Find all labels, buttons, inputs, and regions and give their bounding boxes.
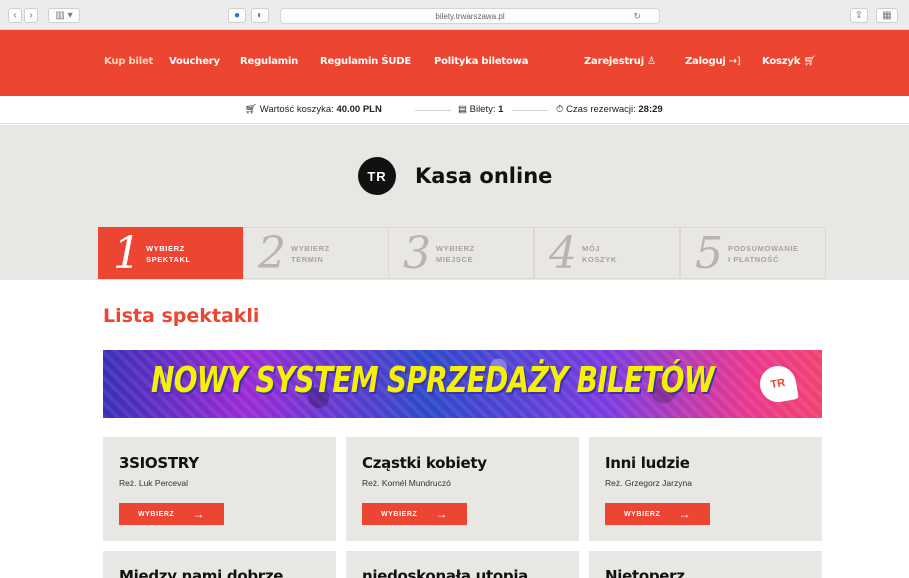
- arrow-right-icon: →: [678, 507, 692, 521]
- reload-icon[interactable]: ↻: [633, 11, 641, 22]
- spectacle-card: 3SIOSTRY Reż. Luk Perceval WYBIERZ →: [103, 437, 336, 541]
- spectacle-card: niedoskonała utopia: [346, 551, 579, 578]
- address-text: bilety.trwarszawa.pl: [435, 11, 505, 21]
- step-podsumowanie[interactable]: 5 Podsumowanie i płatność: [680, 227, 826, 279]
- tickets-label: Bilety:: [469, 104, 496, 115]
- ticket-icon: ▤: [458, 104, 467, 115]
- step-wybierz-miejsce[interactable]: 3 Wybierz miejsce: [388, 227, 534, 279]
- tickets-count: 1: [498, 104, 504, 115]
- spectacle-title: Inni ludzie: [605, 454, 690, 472]
- nav-regulamin[interactable]: Regulamin: [240, 56, 298, 67]
- share-button[interactable]: ⇪: [850, 8, 868, 23]
- browser-toolbar: ‹ › ▥ ▾ ● ◐ bilety.trwarszawa.pl ↻ ⇪ ▦: [0, 0, 909, 30]
- choose-label: WYBIERZ: [623, 510, 661, 518]
- spectacle-title: Między nami dobrze: [119, 567, 284, 578]
- user-icon: ♙: [646, 56, 656, 67]
- step-number: 1: [113, 228, 141, 279]
- main-nav: Kup bilet Vouchery Regulamin Regulamin Ś…: [0, 30, 909, 96]
- tabs-button[interactable]: ▦: [876, 8, 898, 23]
- spectacle-title: Nietoperz: [605, 567, 685, 578]
- choose-button[interactable]: WYBIERZ →: [605, 503, 710, 525]
- step-label-line2: miejsce: [436, 255, 474, 264]
- login-link[interactable]: Zaloguj →]: [685, 56, 741, 67]
- choose-label: WYBIERZ: [137, 510, 175, 518]
- step-wybierz-spektakl[interactable]: 1 Wybierz spektakl: [98, 227, 244, 279]
- page-title: Kasa online: [415, 164, 553, 188]
- step-number: 4: [549, 228, 577, 279]
- banner-logo: TR: [757, 363, 799, 405]
- step-label-line1: Wybierz: [291, 244, 330, 253]
- spectacle-card: Nietoperz: [589, 551, 822, 578]
- register-label: Zarejestruj: [584, 56, 644, 67]
- spectacle-card: Inni ludzie Reż. Grzegorz Jarzyna WYBIER…: [589, 437, 822, 541]
- tickets-info: ▤ Bilety: 1: [458, 104, 503, 115]
- banner-text: NOWY SYSTEM SPRZEDAŻY BILETÓW: [151, 360, 715, 401]
- cart-value-info: 🛒︎ Wartość koszyka: 40.00 PLN: [245, 104, 382, 115]
- spectacle-title: Cząstki kobiety: [362, 454, 487, 472]
- step-label-line1: Wybierz: [146, 244, 185, 253]
- step-number: 3: [403, 228, 431, 279]
- step-wybierz-termin[interactable]: 2 Wybierz termin: [243, 227, 389, 279]
- cart-icon: 🛒︎: [245, 104, 258, 115]
- theatre-logo[interactable]: TR: [358, 157, 396, 195]
- reservation-label: Czas rezerwacji:: [566, 104, 636, 115]
- spectacle-card: Między nami dobrze: [103, 551, 336, 578]
- step-label-line1: Mój: [582, 244, 601, 253]
- spectacle-title: niedoskonała utopia: [362, 567, 529, 578]
- cart-link[interactable]: Koszyk 🛒︎: [762, 56, 816, 67]
- step-label-line2: i płatność: [728, 255, 779, 264]
- sidebar-toggle-button[interactable]: ▥ ▾: [48, 8, 80, 23]
- spectacle-card: Cząstki kobiety Reż. Kornél Mundruczó WY…: [346, 437, 579, 541]
- divider: [512, 110, 548, 111]
- reservation-info: ⏱︎ Czas rezerwacji: 28:29: [556, 104, 663, 115]
- step-label-line2: spektakl: [146, 255, 191, 264]
- login-label: Zaloguj: [685, 56, 726, 67]
- address-bar[interactable]: bilety.trwarszawa.pl ↻: [280, 8, 660, 24]
- choose-button[interactable]: WYBIERZ →: [119, 503, 224, 525]
- nav-vouchery[interactable]: Vouchery: [169, 56, 220, 67]
- timer-icon: ⏱︎: [556, 104, 564, 115]
- cart-icon: 🛒︎: [803, 56, 816, 67]
- step-label-line2: koszyk: [582, 255, 617, 264]
- arrow-right-icon: →: [435, 507, 449, 521]
- step-label-line2: termin: [291, 255, 324, 264]
- arrow-right-icon: →: [192, 507, 206, 521]
- reader-icon[interactable]: ◐: [251, 8, 269, 23]
- cart-status-bar: 🛒︎ Wartość koszyka: 40.00 PLN ▤ Bilety: …: [0, 96, 909, 124]
- nav-kup-bilet[interactable]: Kup bilet: [104, 56, 153, 67]
- spectacle-title: 3SIOSTRY: [119, 454, 199, 472]
- forward-button[interactable]: ›: [24, 8, 38, 23]
- nav-regulamin-sude[interactable]: Regulamin ŚUDE: [320, 56, 411, 67]
- section-title: Lista spektakli: [103, 305, 260, 327]
- step-number: 2: [258, 228, 286, 279]
- choose-button[interactable]: WYBIERZ →: [362, 503, 467, 525]
- step-moj-koszyk[interactable]: 4 Mój koszyk: [534, 227, 680, 279]
- nav-polityka-biletowa[interactable]: Polityka biletowa: [434, 56, 528, 67]
- choose-label: WYBIERZ: [380, 510, 418, 518]
- step-number: 5: [695, 228, 723, 279]
- cart-value-label: Wartość koszyka:: [259, 104, 334, 115]
- spectacle-director: Reż. Kornél Mundruczó: [362, 478, 451, 488]
- promo-banner[interactable]: NOWY SYSTEM SPRZEDAŻY BILETÓW TR: [103, 350, 822, 418]
- spectacle-director: Reż. Luk Perceval: [119, 478, 188, 488]
- step-label-line1: Wybierz: [436, 244, 475, 253]
- back-button[interactable]: ‹: [8, 8, 22, 23]
- step-label-line1: Podsumowanie: [728, 244, 799, 253]
- privacy-icon[interactable]: ●: [228, 8, 246, 23]
- login-icon: →]: [728, 56, 741, 67]
- reservation-time: 28:29: [638, 104, 663, 115]
- checkout-steps: 1 Wybierz spektakl 2 Wybierz termin 3 Wybi…: [98, 227, 826, 279]
- cart-value: 40.00 PLN: [336, 104, 382, 115]
- register-link[interactable]: Zarejestruj ♙: [584, 56, 656, 67]
- divider: [415, 110, 451, 111]
- spectacle-director: Reż. Grzegorz Jarzyna: [605, 478, 692, 488]
- cart-label: Koszyk: [762, 56, 801, 67]
